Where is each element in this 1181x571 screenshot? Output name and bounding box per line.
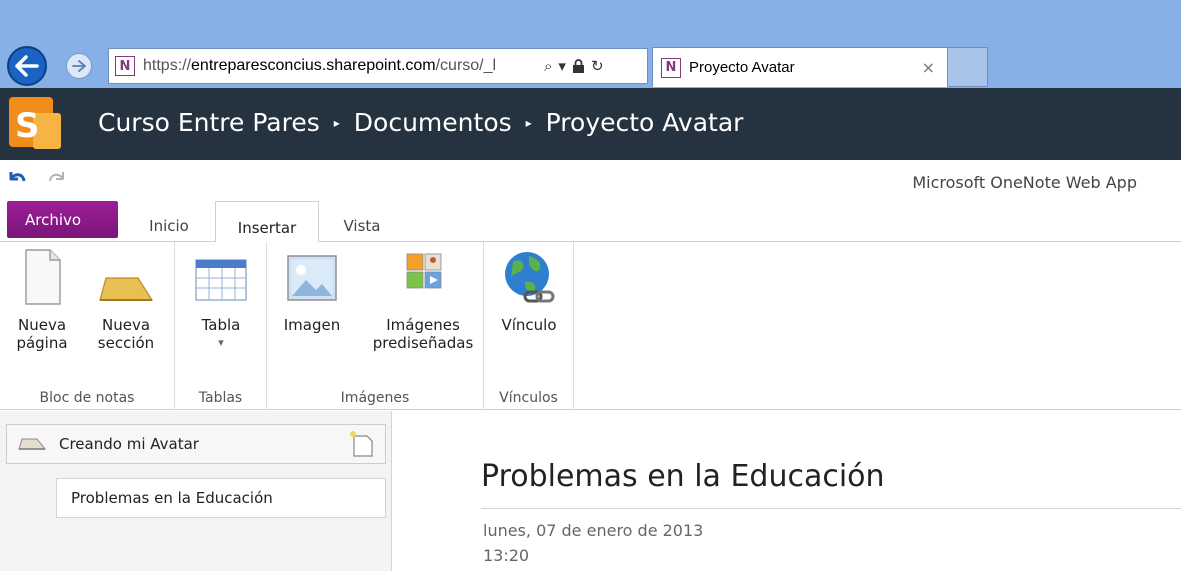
- sharepoint-title-bar: S Curso Entre Pares ▸ Documentos ▸ Proye…: [0, 88, 1181, 160]
- page-title[interactable]: Problemas en la Educación: [481, 459, 885, 494]
- onenote-tab-icon: N: [661, 57, 681, 78]
- browser-toolbar: N https://entreparesconcius.sharepoint.c…: [0, 0, 1181, 88]
- image-button[interactable]: Imagen: [277, 248, 347, 334]
- breadcrumb-separator-icon: ▸: [525, 115, 532, 130]
- browser-tab-proyecto-avatar[interactable]: N Proyecto Avatar ×: [652, 47, 948, 87]
- page-item-problemas-en-la-educacion[interactable]: Problemas en la Educación: [56, 478, 386, 518]
- navigation-pane: Creando mi Avatar Problemas en la Educac…: [0, 411, 392, 571]
- tab-vista[interactable]: Vista: [322, 196, 402, 242]
- close-tab-icon[interactable]: ×: [922, 58, 935, 77]
- table-icon: [195, 259, 247, 301]
- ribbon: Nueva página Nueva sección Bloc de notas…: [0, 242, 1181, 410]
- link-button[interactable]: Vínculo: [494, 248, 564, 334]
- new-tab-button[interactable]: [948, 47, 988, 87]
- breadcrumb-proyecto: Proyecto Avatar: [545, 108, 744, 137]
- address-bar[interactable]: N https://entreparesconcius.sharepoint.c…: [108, 48, 648, 84]
- group-label-vinculos: Vínculos: [499, 390, 558, 406]
- new-page-icon: [25, 249, 61, 305]
- group-tablas: Tabla ▾ Tablas: [175, 242, 267, 410]
- forward-arrow-icon: [72, 60, 86, 72]
- new-section-icon: [99, 277, 154, 301]
- globe-link-icon: [505, 252, 555, 303]
- url-text[interactable]: https://entreparesconcius.sharepoint.com…: [143, 57, 538, 75]
- new-page-button[interactable]: Nueva página: [12, 248, 72, 352]
- breadcrumb-curso[interactable]: Curso Entre Pares: [98, 108, 320, 137]
- group-imagenes: Imagen Imágenes prediseñadas Imágenes: [267, 242, 484, 410]
- redo-icon[interactable]: [46, 168, 68, 190]
- group-label-imagenes: Imágenes: [340, 390, 410, 406]
- section-item-creando-mi-avatar[interactable]: Creando mi Avatar: [6, 424, 386, 464]
- onenote-favicon-icon: N: [115, 56, 135, 76]
- image-icon: [287, 255, 337, 301]
- search-icon[interactable]: ⌕: [544, 57, 552, 75]
- tab-title: Proyecto Avatar: [689, 59, 795, 76]
- dropdown-icon[interactable]: ▾: [558, 57, 566, 75]
- forward-button[interactable]: [66, 53, 92, 79]
- new-section-button[interactable]: Nueva sección: [92, 248, 160, 352]
- page-date: lunes, 07 de enero de 2013: [483, 521, 704, 540]
- group-vinculos: Vínculo Vínculos: [484, 242, 574, 410]
- tab-insertar[interactable]: Insertar: [215, 201, 319, 243]
- breadcrumb: Curso Entre Pares ▸ Documentos ▸ Proyect…: [98, 108, 743, 137]
- section-tab-icon: [18, 438, 47, 450]
- section-label: Creando mi Avatar: [59, 435, 199, 453]
- group-label-bloc-de-notas: Bloc de notas: [39, 390, 135, 406]
- add-page-icon[interactable]: [349, 430, 375, 458]
- clipart-icon: [406, 253, 442, 289]
- ribbon-tabs: Archivo Inicio Insertar Vista: [0, 196, 1181, 243]
- back-arrow-icon: [15, 55, 39, 77]
- title-divider: [481, 508, 1181, 509]
- tab-archivo[interactable]: Archivo: [7, 201, 118, 238]
- table-button[interactable]: Tabla ▾: [189, 248, 253, 352]
- breadcrumb-separator-icon: ▸: [333, 115, 340, 130]
- group-bloc-de-notas: Nueva página Nueva sección Bloc de notas: [0, 242, 175, 410]
- undo-icon[interactable]: [6, 168, 28, 190]
- sharepoint-logo-icon: S: [9, 97, 61, 149]
- lock-icon: [572, 58, 584, 73]
- app-name: Microsoft OneNote Web App: [912, 173, 1137, 192]
- tab-inicio[interactable]: Inicio: [130, 196, 208, 242]
- back-button[interactable]: [7, 46, 47, 86]
- page-canvas[interactable]: Problemas en la Educación lunes, 07 de e…: [393, 411, 1181, 571]
- refresh-icon[interactable]: ↻: [591, 57, 604, 75]
- clipart-button[interactable]: Imágenes prediseñadas: [369, 248, 477, 352]
- group-label-tablas: Tablas: [198, 390, 243, 406]
- svg-text:S: S: [15, 106, 40, 146]
- breadcrumb-documentos[interactable]: Documentos: [354, 108, 512, 137]
- quick-access-toolbar: Microsoft OneNote Web App: [0, 160, 1181, 196]
- page-time: 13:20: [483, 546, 530, 565]
- table-dropdown-icon: ▾: [218, 336, 224, 349]
